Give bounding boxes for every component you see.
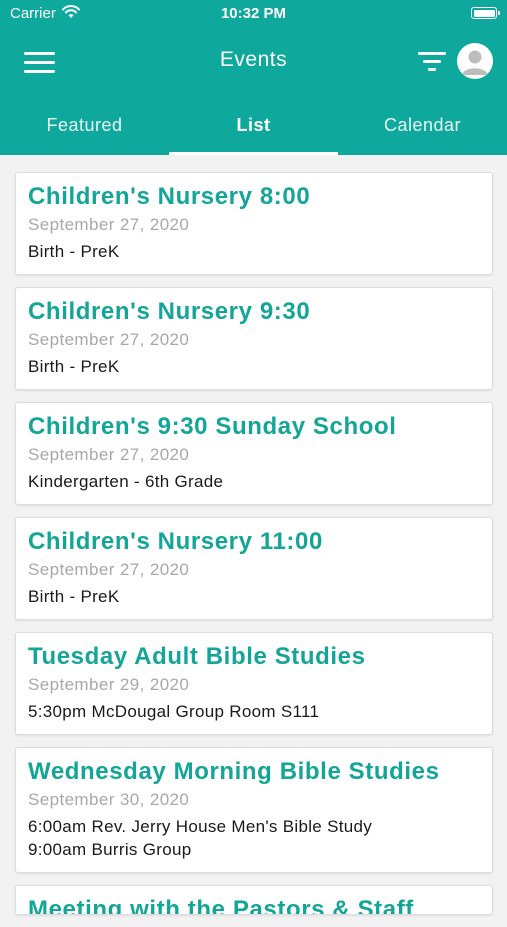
tab-featured[interactable]: Featured <box>0 104 169 155</box>
tab-list[interactable]: List <box>169 104 338 155</box>
event-title: Children's Nursery 11:00 <box>28 528 323 555</box>
event-date: September 27, 2020 <box>28 215 190 234</box>
event-card[interactable]: Children's Nursery 8:00 September 27, 20… <box>15 172 493 275</box>
event-title: Wednesday Morning Bible Studies <box>28 758 440 785</box>
event-card[interactable]: Tuesday Adult Bible Studies September 29… <box>15 632 493 735</box>
status-time: 10:32 PM <box>220 5 287 22</box>
event-description: Kindergarten - 6th Grade <box>28 470 480 493</box>
event-description: 6:00am Rev. Jerry House Men's Bible Stud… <box>28 815 480 861</box>
event-description-line: 9:00am Burris Group <box>28 840 192 859</box>
event-title: Tuesday Adult Bible Studies <box>28 643 366 670</box>
event-description-line: Birth - PreK <box>28 357 120 376</box>
event-title: Children's 9:30 Sunday School <box>28 413 397 440</box>
event-description-line: 5:30pm McDougal Group Room S111 <box>28 702 320 721</box>
event-date: September 27, 2020 <box>28 560 190 579</box>
event-date: September 27, 2020 <box>28 330 190 349</box>
event-title: Children's Nursery 9:30 <box>28 298 311 325</box>
event-card[interactable]: Children's Nursery 9:30 September 27, 20… <box>15 287 493 390</box>
battery-icon <box>471 7 500 19</box>
status-bar: Carrier 10:32 PM <box>0 0 507 28</box>
event-list: Children's Nursery 8:00 September 27, 20… <box>15 172 493 927</box>
event-description: Birth - PreK <box>28 585 480 608</box>
avatar-icon[interactable] <box>457 43 493 79</box>
filter-icon[interactable] <box>418 52 446 74</box>
event-card[interactable]: Wednesday Morning Bible Studies Septembe… <box>15 747 493 873</box>
event-description-line: 6:00am Rev. Jerry House Men's Bible Stud… <box>28 817 373 836</box>
event-date: September 29, 2020 <box>28 675 190 694</box>
app-header: Carrier 10:32 PM Events Featured List Ca… <box>0 0 507 155</box>
event-description: 5:30pm McDougal Group Room S111 <box>28 700 480 723</box>
event-date: September 27, 2020 <box>28 445 190 464</box>
event-date: September 30, 2020 <box>28 790 190 809</box>
event-description: Birth - PreK <box>28 355 480 378</box>
event-card[interactable]: Children's 9:30 Sunday School September … <box>15 402 493 505</box>
event-description-line: Birth - PreK <box>28 242 120 261</box>
event-card[interactable]: Meeting with the Pastors & Staff <box>15 885 493 915</box>
tab-bar: Featured List Calendar <box>0 104 507 155</box>
event-card[interactable]: Children's Nursery 11:00 September 27, 2… <box>15 517 493 620</box>
event-description: Birth - PreK <box>28 240 480 263</box>
event-description-line: Kindergarten - 6th Grade <box>28 472 224 491</box>
event-description-line: Birth - PreK <box>28 587 120 606</box>
event-title: Meeting with the Pastors & Staff <box>28 896 414 915</box>
tab-calendar[interactable]: Calendar <box>338 104 507 155</box>
event-title: Children's Nursery 8:00 <box>28 183 311 210</box>
nav-bar: Events <box>0 28 507 94</box>
